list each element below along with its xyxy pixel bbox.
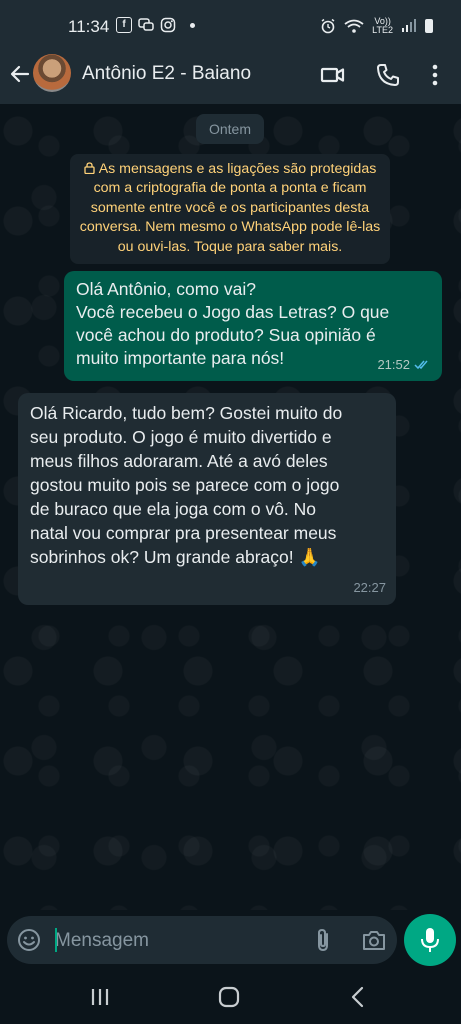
whatsapp-chat-screen: 11:34 f Vo)) LTE2 Antônio E2 - Baiano On… — [0, 0, 461, 1024]
message-time: 21:52 — [377, 357, 410, 372]
contact-avatar[interactable] — [33, 54, 71, 92]
contact-name[interactable]: Antônio E2 - Baiano — [82, 63, 251, 85]
status-system-icons: Vo)) LTE2 — [320, 17, 433, 35]
status-bar: 11:34 f Vo)) LTE2 — [0, 0, 461, 48]
encryption-notice[interactable]: As mensagens e as ligações são protegida… — [70, 154, 390, 265]
lte-indicator: Vo)) LTE2 — [372, 17, 393, 35]
message-text-line: você achou do produto? Sua opinião é — [76, 325, 376, 345]
text-cursor — [55, 928, 57, 952]
facebook-icon: f — [116, 17, 132, 33]
nav-back-icon[interactable] — [348, 986, 368, 1008]
battery-icon — [425, 19, 433, 33]
message-text-line: Olá Ricardo, tudo bem? Gostei muito do — [30, 403, 343, 423]
back-arrow-icon[interactable] — [8, 62, 32, 86]
encryption-notice-text: As mensagens e as ligações são protegida… — [98, 161, 377, 177]
message-text-line: de buraco que ela joga com o vô. No — [30, 499, 317, 519]
status-time: 11:34 — [68, 17, 110, 36]
message-text-line: natal vou comprar pra presentear meus — [30, 523, 337, 543]
encryption-notice-line: ou ouvi-las. Toque para saber mais. — [117, 238, 343, 255]
lock-icon — [84, 162, 95, 174]
phone-icon[interactable] — [375, 62, 401, 88]
camera-icon[interactable] — [361, 928, 387, 952]
recent-apps-icon[interactable] — [90, 987, 110, 1007]
home-icon[interactable] — [218, 986, 240, 1008]
voice-message-button[interactable] — [404, 914, 456, 966]
incoming-message[interactable]: Olá Ricardo, tudo bem? Gostei muito do s… — [18, 393, 396, 605]
date-chip: Ontem — [196, 114, 264, 144]
signal-icon — [402, 19, 416, 32]
message-input[interactable] — [53, 924, 297, 958]
more-options-icon[interactable] — [422, 62, 448, 88]
more-notifications-dot-icon — [190, 22, 195, 28]
chat-area[interactable]: Ontem As mensagens e as ligações são pro… — [0, 104, 461, 910]
chat-bubbles-icon — [138, 18, 154, 31]
double-check-icon — [414, 360, 428, 370]
mic-icon — [421, 928, 439, 952]
message-composer — [7, 916, 397, 964]
chat-header: Antônio E2 - Baiano — [0, 48, 461, 104]
message-text-line: gostou muito pois se parece com o jogo — [30, 475, 340, 495]
outgoing-message[interactable]: Olá Antônio, como vai? Você recebeu o Jo… — [64, 271, 442, 381]
attach-icon[interactable] — [311, 927, 335, 953]
message-text-line: meus filhos adoraram. Até a avó deles — [30, 451, 328, 471]
lte-label-bottom: LTE2 — [372, 25, 393, 35]
message-text-line: Olá Antônio, como vai? — [76, 279, 256, 299]
message-text-line: Você recebeu o Jogo das Letras? O que — [76, 302, 390, 322]
message-meta: 21:52 — [377, 353, 432, 376]
emoji-icon[interactable] — [17, 928, 41, 952]
encryption-notice-line: As mensagens e as ligações são protegida… — [70, 160, 390, 179]
encryption-notice-line: com a criptografia de ponta a ponta e fi… — [93, 180, 367, 197]
status-notification-icons: f — [116, 17, 195, 33]
system-nav-bar — [0, 972, 461, 1024]
wifi-icon — [344, 19, 364, 33]
instagram-icon — [160, 17, 176, 33]
encryption-notice-line: somente entre você e os participantes de… — [90, 199, 370, 216]
message-text-line: sobrinhos ok? Um grande abraço! 🙏 — [30, 547, 321, 567]
encryption-notice-line: conversa. Nem mesmo o WhatsApp pode lê-l… — [79, 219, 381, 236]
message-text-line: seu produto. O jogo é muito divertido e — [30, 427, 332, 447]
message-time: 22:27 — [353, 580, 386, 595]
video-call-icon[interactable] — [320, 62, 346, 88]
alarm-icon — [321, 18, 335, 34]
